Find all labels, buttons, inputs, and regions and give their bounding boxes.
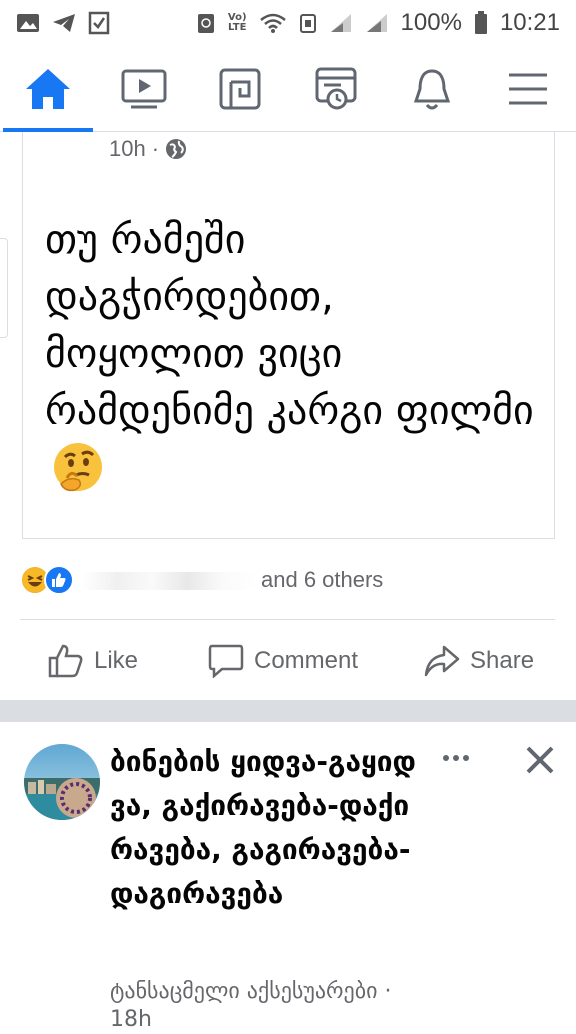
battery-percent: 100% [400, 9, 462, 36]
video-icon [121, 69, 167, 108]
adjacent-card-edge [0, 238, 8, 338]
comment-label: Comment [254, 647, 359, 674]
recycle-icon [197, 14, 214, 33]
top-navigation-bar [0, 46, 576, 132]
post-card: 10h · თუ რამეში დაგჭირდებით, მოყოლით ვიც… [22, 132, 555, 539]
shop-icon [219, 68, 261, 109]
meta-separator: · [151, 136, 160, 161]
battery-icon [474, 11, 487, 34]
post-meta: 10h · [109, 136, 187, 162]
comment-button[interactable]: Comment [208, 644, 358, 678]
bell-icon [413, 68, 451, 109]
post-card: ბინების ყიდვა-გაყიდვა, გაქირავება-დაქირა… [0, 722, 576, 1032]
tab-menu[interactable] [493, 46, 563, 132]
volte-icon: Vo) LTE [227, 12, 247, 33]
checklist-icon [88, 11, 110, 35]
globe-icon [166, 139, 187, 159]
tab-marketplace[interactable] [205, 46, 275, 132]
share-label: Share [470, 647, 535, 674]
signal-icon [366, 14, 387, 32]
post-text-content: თუ რამეში დაგჭირდებით, მოყოლით ვიცი რამდ… [45, 217, 534, 434]
post-time[interactable]: 18h [110, 1007, 152, 1032]
like-reaction-icon [44, 565, 74, 595]
post-time[interactable]: 10h [109, 136, 146, 162]
post-sub-meta: ტანსაცმელი აქსესუარები · 18h [110, 978, 430, 1034]
meta-separator: · [384, 979, 392, 1004]
like-button[interactable]: Like [48, 644, 138, 678]
telegram-icon [53, 14, 75, 32]
more-dot [453, 755, 459, 761]
thinking-face-emoji [51, 440, 105, 510]
data-icon [299, 14, 316, 33]
clock: 10:21 [499, 9, 560, 36]
memories-icon [315, 67, 357, 109]
share-icon [424, 645, 460, 677]
hamburger-menu-icon [509, 73, 547, 104]
home-icon [26, 68, 70, 109]
status-bar-left [16, 11, 110, 35]
more-options-button[interactable] [436, 748, 476, 768]
avatar[interactable] [24, 744, 100, 820]
more-dots-icon [443, 755, 449, 761]
tab-memories[interactable] [301, 46, 371, 132]
like-icon [48, 644, 83, 678]
group-name[interactable]: ბინების ყიდვა-გაყიდვა, გაქირავება-დაქირა… [110, 740, 420, 916]
author-name[interactable]: ტანსაცმელი აქსესუარები [110, 979, 378, 1004]
status-bar-right: Vo) LTE 100% 10:21 [196, 9, 560, 37]
divider [20, 619, 555, 620]
like-label: Like [94, 647, 139, 674]
close-icon [526, 746, 554, 774]
close-button[interactable] [520, 740, 560, 780]
signal-icon [330, 14, 351, 32]
tab-notifications[interactable] [397, 46, 467, 132]
reaction-count-text: and 6 others [261, 567, 384, 592]
blurred-name [82, 572, 257, 591]
post-actions: Like Comment Share [0, 630, 576, 692]
share-button[interactable]: Share [424, 645, 534, 677]
more-dot [463, 755, 469, 761]
gallery-icon [17, 14, 39, 32]
tab-watch[interactable] [109, 46, 179, 132]
reaction-names: and 6 others [82, 567, 383, 593]
tab-home[interactable] [3, 46, 93, 132]
post-text: თუ რამეში დაგჭირდებით, მოყოლით ვიცი რამდ… [45, 212, 545, 510]
comment-icon [208, 644, 244, 678]
feed-separator [0, 700, 576, 722]
reactions-summary[interactable]: and 6 others [20, 560, 383, 600]
wifi-icon [259, 13, 286, 33]
status-bar: Vo) LTE 100% 10:21 [0, 0, 576, 46]
